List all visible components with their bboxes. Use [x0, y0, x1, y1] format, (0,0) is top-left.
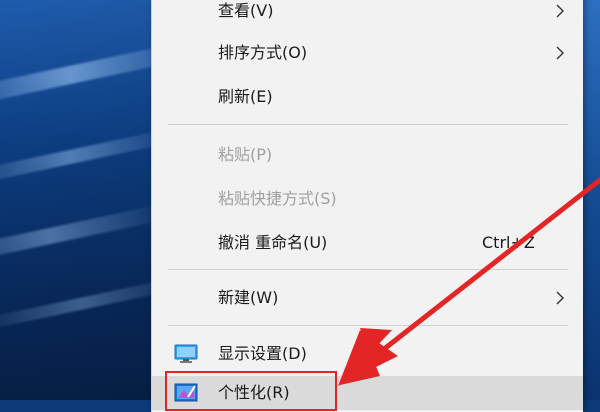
menu-item-label: 新建(W) [218, 288, 279, 307]
menu-item-sort-by[interactable]: 排序方式(O) [152, 36, 583, 70]
highlight-box [165, 371, 337, 411]
menu-item-display-settings[interactable]: 显示设置(D) [152, 337, 583, 371]
menu-item-label: 显示设置(D) [218, 344, 307, 363]
chevron-right-icon [556, 46, 564, 60]
menu-item-label: 撤消 重命名(U) [218, 233, 328, 252]
desktop-wallpaper-edge [582, 0, 600, 400]
menu-item-view[interactable]: 查看(V) [152, 0, 583, 28]
menu-item-label: 刷新(E) [218, 87, 273, 106]
menu-item-paste-shortcut: 粘贴快捷方式(S) [152, 182, 583, 216]
wallpaper-light-streak [0, 203, 170, 269]
menu-item-shortcut: Ctrl+Z [482, 233, 535, 252]
menu-item-label: 粘贴快捷方式(S) [218, 189, 337, 208]
menu-item-label: 粘贴(P) [218, 145, 273, 164]
chevron-right-icon [556, 291, 564, 305]
menu-item-undo-rename[interactable]: 撤消 重命名(U) Ctrl+Z [152, 226, 583, 260]
menu-item-label: 排序方式(O) [218, 43, 308, 62]
menu-item-refresh[interactable]: 刷新(E) [152, 80, 583, 114]
chevron-right-icon [556, 4, 564, 18]
menu-separator [168, 325, 568, 326]
menu-separator [168, 124, 568, 125]
display-settings-icon [174, 344, 198, 363]
menu-item-new[interactable]: 新建(W) [152, 281, 583, 315]
menu-item-paste: 粘贴(P) [152, 138, 583, 172]
menu-separator [168, 269, 568, 270]
desktop-context-menu: 查看(V) 排序方式(O) 刷新(E) 粘贴(P) 粘贴快捷方式(S) 撤消 重… [151, 0, 583, 412]
menu-item-label: 查看(V) [218, 1, 274, 20]
